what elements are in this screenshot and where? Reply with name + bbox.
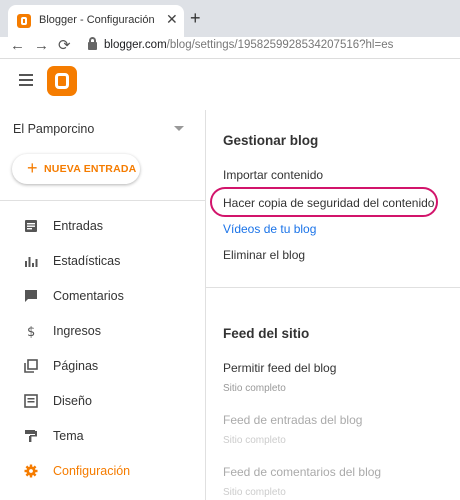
sidebar-item-label: Ingresos — [53, 324, 101, 338]
sidebar-item-estadisticas[interactable]: Estadísticas — [0, 246, 205, 276]
comments-feed-value: Sitio completo — [223, 487, 286, 498]
sidebar-item-label: Entradas — [53, 219, 104, 233]
sidebar-item-diseno[interactable]: Diseño — [0, 386, 205, 416]
posts-feed-value: Sitio completo — [223, 435, 286, 446]
browser-nav-bar: ← → ⟳ blogger.com/blog/settings/19582599… — [0, 37, 460, 59]
browser-tab[interactable]: Blogger - Configuración ✕ — [8, 5, 184, 37]
svg-text:$: $ — [27, 325, 35, 338]
new-tab-button[interactable]: + — [190, 9, 201, 27]
backup-content-link[interactable]: Hacer copia de seguridad del contenido — [223, 196, 434, 210]
new-post-label: NUEVA ENTRADA — [44, 163, 137, 175]
reload-button[interactable]: ⟳ — [58, 37, 71, 55]
sidebar-item-label: Páginas — [53, 359, 99, 373]
tab-close-icon[interactable]: ✕ — [166, 11, 178, 28]
blog-videos-link[interactable]: Vídeos de tu blog — [223, 222, 316, 236]
new-post-button[interactable]: + NUEVA ENTRADA — [12, 154, 140, 184]
theme-icon — [25, 430, 37, 442]
blogger-logo-icon[interactable] — [47, 66, 77, 96]
sidebar-item-configuracion[interactable]: Configuración — [0, 456, 205, 486]
tab-title: Blogger - Configuración — [39, 14, 155, 26]
sidebar-item-ingresos[interactable]: $ Ingresos — [0, 316, 205, 346]
sidebar-item-label: Comentarios — [53, 289, 124, 303]
address-bar[interactable]: blogger.com/blog/settings/19582599285342… — [104, 39, 393, 51]
sidebar-item-label: Configuración — [53, 464, 131, 478]
comment-icon — [25, 290, 37, 302]
sidebar-item-label: Tema — [53, 429, 84, 443]
manage-blog-title: Gestionar blog — [223, 133, 319, 148]
layout-icon — [24, 394, 38, 408]
sidebar-item-label: Diseño — [53, 394, 92, 408]
delete-blog-link[interactable]: Eliminar el blog — [223, 248, 305, 262]
allow-feed-setting[interactable]: Permitir feed del blog — [223, 361, 336, 375]
sidebar-border — [205, 110, 206, 500]
plus-icon: + — [27, 158, 38, 178]
sidebar-item-label: Estadísticas — [53, 254, 121, 268]
posts-feed-setting: Feed de entradas del blog — [223, 413, 363, 427]
gear-icon — [24, 464, 38, 478]
blogger-favicon-icon — [17, 14, 31, 28]
pages-icon — [24, 359, 38, 373]
chevron-down-icon[interactable] — [174, 126, 184, 131]
sidebar-item-tema[interactable]: Tema — [0, 421, 205, 451]
lock-icon — [88, 37, 97, 50]
sidebar-item-paginas[interactable]: Páginas — [0, 351, 205, 381]
browser-tab-bar: Blogger - Configuración ✕ + — [0, 0, 460, 37]
back-button[interactable]: ← — [10, 37, 25, 55]
forward-button[interactable]: → — [34, 37, 49, 55]
sidebar-item-comentarios[interactable]: Comentarios — [0, 281, 205, 311]
posts-icon — [25, 220, 37, 232]
stats-icon — [25, 257, 38, 267]
allow-feed-value: Sitio completo — [223, 383, 286, 394]
sidebar-divider — [0, 200, 205, 201]
url-host: blogger.com — [104, 39, 167, 51]
url-path: /blog/settings/1958259928534207516?hl=es — [166, 39, 394, 51]
sidebar-item-entradas[interactable]: Entradas — [0, 211, 205, 241]
comments-feed-setting: Feed de comentarios del blog — [223, 465, 382, 479]
site-feed-title: Feed del sitio — [223, 326, 310, 341]
blog-selector[interactable]: El Pamporcino — [13, 122, 94, 136]
dollar-icon: $ — [27, 325, 35, 338]
section-divider — [206, 287, 460, 288]
import-content-link[interactable]: Importar contenido — [223, 168, 323, 182]
hamburger-icon[interactable] — [19, 74, 33, 89]
